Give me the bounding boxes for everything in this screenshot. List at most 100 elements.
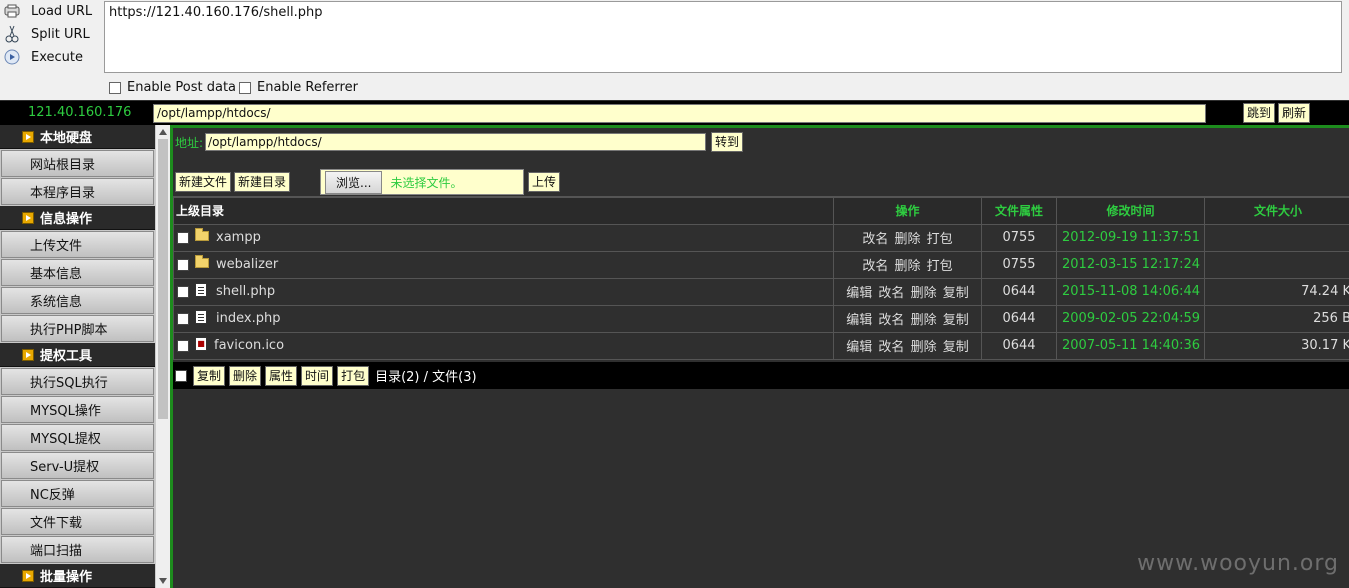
table-row: shell.php 编辑 改名 删除 复制 0644 2015-11-08 14:06… [173,277,1349,306]
sidebar-item-program-dir[interactable]: 本程序目录 [1,178,154,205]
header-perm: 文件属性 [981,196,1057,225]
sidebar-item-sql-exec[interactable]: 执行SQL执行 [1,368,154,395]
row-op-link[interactable]: 改名 [878,340,904,355]
sidebar-item-upload[interactable]: 上传文件 [1,231,154,258]
row-op-link[interactable]: 删除 [894,232,920,247]
row-op-link[interactable]: 改名 [878,286,904,301]
perm-link[interactable]: 0644 [1002,338,1035,353]
parent-dir-link[interactable]: 上级目录 [173,196,834,225]
file-manager-panel: 地址: /opt/lampp/htdocs/ 转到 新建文件 新建目录 浏览..… [170,125,1349,588]
row-op-link[interactable]: 改名 [862,259,888,274]
perm-link[interactable]: 0644 [1002,311,1035,326]
path-input[interactable]: /opt/lampp/htdocs/ [153,104,1206,123]
file-name-link[interactable]: index.php [216,311,280,326]
sidebar-section-local-disk[interactable]: 本地硬盘 [0,125,155,149]
arrow-icon [22,569,34,582]
sidebar-item-web-root[interactable]: 网站根目录 [1,150,154,177]
file-name-link[interactable]: shell.php [216,284,275,299]
enable-referrer-label: Enable Referrer [257,80,358,95]
file-name-link[interactable]: favicon.ico [214,338,284,353]
mtime-link[interactable]: 2015-11-08 14:06:44 [1062,284,1200,299]
row-op-link[interactable]: 删除 [911,313,937,328]
sidebar-section-batch-ops[interactable]: 批量操作 [0,564,155,588]
mtime-link[interactable]: 2012-03-15 12:17:24 [1062,257,1200,272]
execute-button[interactable]: Execute [0,46,100,68]
browse-button[interactable]: 浏览... [325,170,383,194]
row-checkbox[interactable] [177,312,189,325]
copy-button[interactable]: 复制 [193,365,226,386]
row-checkbox[interactable] [177,231,189,244]
sidebar-item-system-info[interactable]: 系统信息 [1,287,154,314]
row-op-link[interactable]: 复制 [943,286,969,301]
url-textarea[interactable]: https://121.40.160.176/shell.php [104,1,1342,73]
name-cell: shell.php [173,277,834,306]
scroll-up-icon[interactable] [159,129,167,135]
row-op-link[interactable]: 改名 [878,313,904,328]
mtime-link[interactable]: 2012-09-19 11:37:51 [1062,230,1200,245]
action-row: 新建文件 新建目录 浏览... 未选择文件。 上传 [175,169,563,195]
mtime-cell: 2015-11-08 14:06:44 [1056,277,1205,306]
load-url-button[interactable]: Load URL [0,0,100,22]
refresh-button[interactable]: 刷新 [1278,103,1311,123]
new-file-button[interactable]: 新建文件 [175,172,232,192]
perm-link[interactable]: 0644 [1002,284,1035,299]
row-op-link[interactable]: 打包 [927,259,953,274]
row-op-link[interactable]: 删除 [911,286,937,301]
row-op-link[interactable]: 改名 [862,232,888,247]
enable-post-checkbox[interactable]: Enable Post data [109,80,236,95]
mtime-link[interactable]: 2009-02-05 22:04:59 [1062,311,1200,326]
new-dir-button[interactable]: 新建目录 [234,172,291,192]
goto-button[interactable]: 转到 [711,132,744,152]
load-url-icon [3,2,21,20]
row-checkbox[interactable] [177,285,189,298]
row-checkbox[interactable] [177,339,189,352]
upload-button[interactable]: 上传 [528,172,561,192]
row-op-link[interactable]: 编辑 [846,313,872,328]
scroll-down-icon[interactable] [159,578,167,584]
scroll-thumb[interactable] [158,139,168,419]
row-op-link[interactable]: 编辑 [846,340,872,355]
mtime-link[interactable]: 2007-05-11 14:40:36 [1062,338,1200,353]
perm-link[interactable]: 0755 [1002,230,1035,245]
row-op-link[interactable]: 编辑 [846,286,872,301]
row-op-link[interactable]: 删除 [894,259,920,274]
sidebar-item-nc-reverse[interactable]: NC反弹 [1,480,154,507]
perm-cell: 0644 [981,277,1057,306]
enable-referrer-checkbox[interactable]: Enable Referrer [239,80,358,95]
jump-button[interactable]: 跳到 [1243,103,1276,123]
sidebar-scrollbar[interactable] [155,125,170,588]
row-op-link[interactable]: 复制 [943,313,969,328]
file-name-link[interactable]: webalizer [216,257,278,272]
name-cell: webalizer [173,250,834,279]
attr-button[interactable]: 属性 [265,365,298,386]
row-op-link[interactable]: 打包 [927,232,953,247]
row-op-link[interactable]: 复制 [943,340,969,355]
size-cell [1204,250,1349,279]
sidebar-item-mysql-privesc[interactable]: MYSQL提权 [1,424,154,451]
ops-cell: 编辑 改名 删除 复制 [833,277,982,306]
row-op-link[interactable]: 删除 [911,340,937,355]
file-upload-field[interactable]: 浏览... 未选择文件。 [320,169,525,195]
enable-referrer-box[interactable] [239,81,251,94]
sidebar-section-info-ops[interactable]: 信息操作 [0,206,155,230]
mtime-cell: 2012-03-15 12:17:24 [1056,250,1205,279]
sidebar-item-port-scan[interactable]: 端口扫描 [1,536,154,563]
time-button[interactable]: 时间 [301,365,334,386]
perm-link[interactable]: 0755 [1002,257,1035,272]
sidebar-item-mysql-ops[interactable]: MYSQL操作 [1,396,154,423]
perm-cell: 0755 [981,223,1057,252]
split-url-button[interactable]: Split URL [0,23,100,45]
pack-button[interactable]: 打包 [337,365,370,386]
sidebar-item-servu-privesc[interactable]: Serv-U提权 [1,452,154,479]
sidebar-item-run-php[interactable]: 执行PHP脚本 [1,315,154,342]
sidebar-item-file-download[interactable]: 文件下载 [1,508,154,535]
address-input[interactable]: /opt/lampp/htdocs/ [205,133,707,151]
enable-post-label: Enable Post data [127,80,237,95]
row-checkbox[interactable] [177,258,189,271]
select-all-checkbox[interactable] [175,369,187,382]
delete-button[interactable]: 删除 [229,365,262,386]
file-name-link[interactable]: xampp [216,230,261,245]
enable-post-box[interactable] [109,81,121,94]
sidebar-section-privesc[interactable]: 提权工具 [0,343,155,367]
sidebar-item-basic-info[interactable]: 基本信息 [1,259,154,286]
